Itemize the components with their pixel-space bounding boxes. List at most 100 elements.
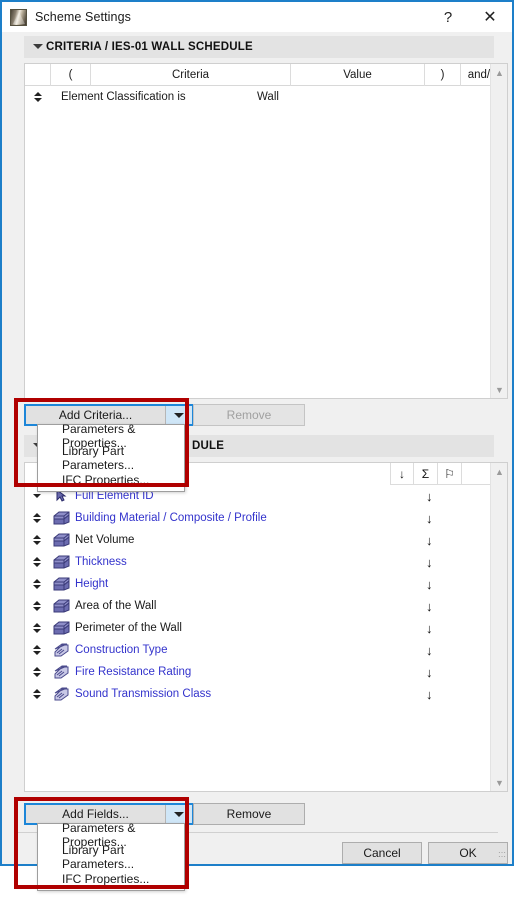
fields-scrollbar[interactable]: ▲ ▼ <box>490 463 507 791</box>
menu-item-fields-library-part-parameters[interactable]: Library Part Parameters... <box>38 843 184 871</box>
field-sort-arrow-icon[interactable]: ↓ <box>426 621 433 636</box>
property-tag-icon <box>49 687 73 701</box>
field-label[interactable]: Thickness <box>73 556 127 568</box>
field-drag-handle[interactable] <box>25 535 49 545</box>
window-title: Scheme Settings <box>35 10 131 24</box>
field-sort-arrow-icon[interactable]: ↓ <box>426 577 433 592</box>
field-label[interactable]: Area of the Wall <box>73 600 156 612</box>
close-button[interactable]: ✕ <box>468 2 512 32</box>
field-drag-handle[interactable] <box>25 645 49 655</box>
cancel-button[interactable]: Cancel <box>342 842 422 864</box>
field-label[interactable]: Fire Resistance Rating <box>73 666 191 678</box>
field-row[interactable]: Building Material / Composite / Profile ↓ <box>25 507 490 529</box>
parameter-box-icon <box>49 533 73 547</box>
field-label[interactable]: Construction Type <box>73 644 167 656</box>
criteria-section-header[interactable]: CRITERIA / IES-01 WALL SCHEDULE <box>24 36 494 58</box>
field-drag-handle[interactable] <box>25 689 49 699</box>
fields-scroll-down-icon[interactable]: ▼ <box>491 774 508 791</box>
menu-item-library-part-parameters[interactable]: Library Part Parameters... <box>38 444 184 472</box>
field-sort-arrow-icon[interactable]: ↓ <box>426 489 433 504</box>
field-label[interactable]: Sound Transmission Class <box>73 688 211 700</box>
field-row[interactable]: Thickness ↓ <box>25 551 490 573</box>
field-sort-arrow-icon[interactable]: ↓ <box>426 643 433 658</box>
table-row[interactable]: Element Classification is Wall <box>25 86 507 108</box>
title-bar: Scheme Settings ? ✕ <box>2 2 512 32</box>
field-label[interactable]: Perimeter of the Wall <box>73 622 182 634</box>
field-row[interactable]: Sound Transmission Class ↓ <box>25 683 490 705</box>
ok-button[interactable]: OK <box>428 842 508 864</box>
field-sort-arrow-icon[interactable]: ↓ <box>426 687 433 702</box>
updown-arrows-icon <box>33 645 41 655</box>
sum-icon[interactable]: Σ <box>414 463 438 485</box>
fields-rows-container: Full Element ID ↓ Building Material / Comp… <box>25 485 490 705</box>
updown-arrows-icon <box>33 623 41 633</box>
chevron-down-icon <box>32 42 46 52</box>
field-drag-handle[interactable] <box>25 579 49 589</box>
add-criteria-menu[interactable]: Parameters & Properties... Library Part … <box>37 422 185 492</box>
fields-scroll-up-icon[interactable]: ▲ <box>491 463 508 480</box>
field-drag-handle[interactable] <box>25 494 49 498</box>
scroll-up-icon[interactable]: ▲ <box>491 64 508 81</box>
criteria-col-close-paren: ) <box>425 64 461 86</box>
field-drag-handle[interactable] <box>25 557 49 567</box>
updown-arrows-icon <box>33 513 41 523</box>
field-drag-handle[interactable] <box>25 667 49 677</box>
scroll-down-icon[interactable]: ▼ <box>491 381 508 398</box>
field-row[interactable]: Construction Type ↓ <box>25 639 490 661</box>
criteria-remove-button[interactable]: Remove <box>193 404 305 426</box>
property-tag-icon <box>49 665 73 679</box>
updown-arrows-icon <box>33 579 41 589</box>
fields-remove-button[interactable]: Remove <box>193 803 305 825</box>
field-label[interactable]: Building Material / Composite / Profile <box>73 512 267 524</box>
window-controls: ? ✕ <box>428 2 512 32</box>
criteria-col-value: Value <box>291 64 425 86</box>
parameter-box-icon <box>49 511 73 525</box>
menu-item-fields-ifc-properties[interactable]: IFC Properties... <box>38 868 184 890</box>
criteria-col-open-paren: ( <box>51 64 91 86</box>
fields-col-spacer <box>462 463 490 485</box>
criteria-section-title: CRITERIA / IES-01 WALL SCHEDULE <box>46 41 253 53</box>
field-row[interactable]: Net Volume ↓ <box>25 529 490 551</box>
field-row[interactable]: Area of the Wall ↓ <box>25 595 490 617</box>
fields-list: ↓ Σ ⚐ Full Element ID ↓ Building Material … <box>24 462 508 792</box>
add-fields-menu[interactable]: Parameters & Properties... Library Part … <box>37 821 185 891</box>
updown-arrows-icon <box>33 667 41 677</box>
down-caret-icon <box>33 494 41 498</box>
field-drag-handle[interactable] <box>25 623 49 633</box>
criteria-col-criteria: Criteria <box>91 64 291 86</box>
menu-item-ifc-properties[interactable]: IFC Properties... <box>38 469 184 491</box>
property-tag-icon <box>49 643 73 657</box>
sort-down-icon[interactable]: ↓ <box>390 463 414 485</box>
field-row[interactable]: Perimeter of the Wall ↓ <box>25 617 490 639</box>
help-button[interactable]: ? <box>428 2 468 32</box>
parameter-box-icon <box>49 555 73 569</box>
field-row[interactable]: Height ↓ <box>25 573 490 595</box>
flag-icon[interactable]: ⚐ <box>438 463 462 485</box>
criteria-cell[interactable]: Element Classification is <box>51 91 251 103</box>
screenshot-root: Scheme Settings ? ✕ CRITERIA / IES-01 WA… <box>0 0 518 907</box>
updown-arrows-icon <box>34 92 42 102</box>
field-label[interactable]: Net Volume <box>73 534 134 546</box>
field-row[interactable]: Fire Resistance Rating ↓ <box>25 661 490 683</box>
criteria-scrollbar[interactable]: ▲ ▼ <box>490 64 507 398</box>
field-sort-arrow-icon[interactable]: ↓ <box>426 665 433 680</box>
parameter-box-icon <box>49 599 73 613</box>
parameter-box-icon <box>49 621 73 635</box>
field-drag-handle[interactable] <box>25 601 49 611</box>
field-sort-arrow-icon[interactable]: ↓ <box>426 555 433 570</box>
field-sort-arrow-icon[interactable]: ↓ <box>426 599 433 614</box>
field-sort-arrow-icon[interactable]: ↓ <box>426 511 433 526</box>
field-label[interactable]: Height <box>73 578 108 590</box>
fields-table-header: ↓ Σ ⚐ <box>390 463 490 485</box>
updown-arrows-icon <box>33 557 41 567</box>
criteria-col-drag <box>25 64 51 86</box>
resize-grip-icon[interactable]: ⋯ ⋯ <box>498 849 508 861</box>
row-drag-handle[interactable] <box>25 92 51 102</box>
updown-arrows-icon <box>33 601 41 611</box>
updown-arrows-icon <box>33 535 41 545</box>
value-cell[interactable]: Wall <box>251 91 385 103</box>
field-sort-arrow-icon[interactable]: ↓ <box>426 533 433 548</box>
archicad-logo-icon <box>10 8 27 26</box>
criteria-list: ( Criteria Value ) and/or Element Classi… <box>24 63 508 399</box>
field-drag-handle[interactable] <box>25 513 49 523</box>
